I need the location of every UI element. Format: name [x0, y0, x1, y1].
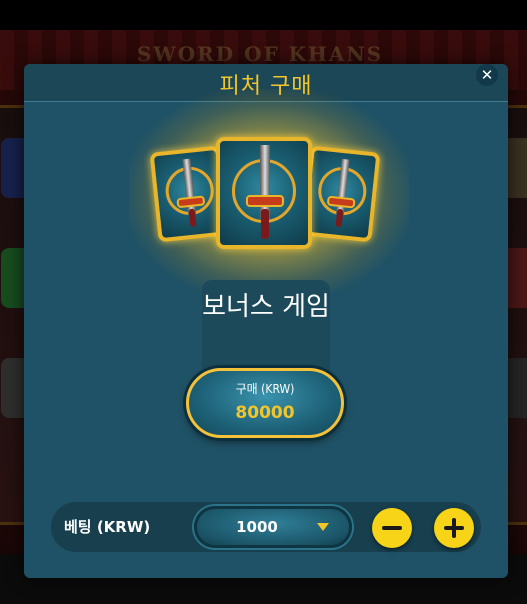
bonus-game-label: 보너스 게임	[202, 292, 330, 322]
bonus-card-artwork	[129, 89, 409, 299]
feature-buy-modal: 피처 구매 ✕ 보너스 게임 구매 (KRW) 80000 베팅 (KRW) 1…	[24, 64, 508, 578]
close-icon: ✕	[480, 66, 494, 84]
sword-guard	[246, 195, 284, 207]
buy-caption: 구매 (KRW)	[235, 382, 295, 396]
sword-hilt	[335, 208, 344, 228]
sword-hilt	[261, 209, 269, 239]
buy-bonus-button[interactable]: 구매 (KRW) 80000	[186, 368, 344, 438]
bet-value: 1000	[236, 518, 278, 536]
buy-price: 80000	[235, 403, 295, 423]
sword-blade	[260, 145, 270, 219]
close-button[interactable]: ✕	[476, 64, 498, 86]
bet-amount-select[interactable]: 1000	[194, 506, 352, 548]
bet-label: 베팅 (KRW)	[64, 518, 151, 536]
chevron-down-icon	[317, 523, 329, 531]
bet-controls: 베팅 (KRW) 1000	[51, 502, 481, 552]
increase-bet-button[interactable]	[434, 508, 474, 548]
minus-icon	[382, 526, 402, 530]
sword-card-right	[301, 145, 381, 243]
decrease-bet-button[interactable]	[372, 508, 412, 548]
sword-card-center	[216, 137, 312, 249]
